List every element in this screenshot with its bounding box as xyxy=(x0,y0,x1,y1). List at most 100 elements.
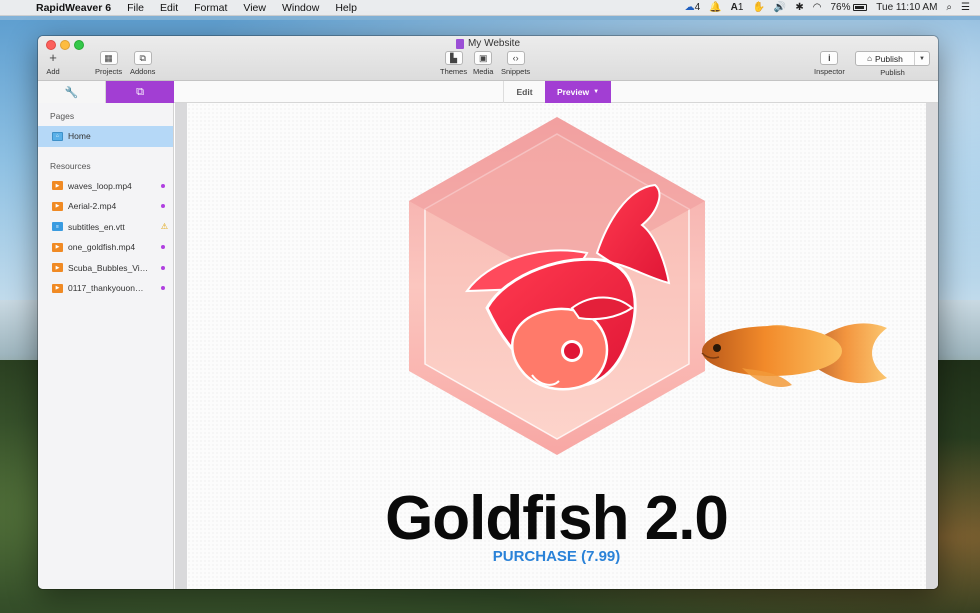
sidebar-item-label: Home xyxy=(68,131,91,142)
menu-app-name[interactable]: RapidWeaver 6 xyxy=(34,2,119,14)
menu-help[interactable]: Help xyxy=(327,2,365,14)
resource-item-waves-loop[interactable]: ▶ waves_loop.mp4 xyxy=(38,176,173,197)
preview-mode-label: Preview xyxy=(556,87,590,97)
projects-icon: ▦ xyxy=(99,51,118,65)
goldfish-photo xyxy=(701,323,887,388)
info-icon: i xyxy=(820,51,839,65)
home-page-icon: ⌂ xyxy=(52,131,63,141)
resource-item-label: one_goldfish.mp4 xyxy=(68,242,136,253)
publish-menu-chevron-icon[interactable]: ▼ xyxy=(915,56,929,62)
publish-button[interactable]: ⌂ Publish ▼ xyxy=(855,51,930,66)
menu-window[interactable]: Window xyxy=(274,2,327,14)
status-area: ☁4 🔔 A1 ✋ 🔊 ✱ ◠ 76% Tue 11:10 AM ⌕ ☰ xyxy=(685,2,980,13)
tab-resources[interactable]: ⧉ xyxy=(106,81,174,103)
hand-icon[interactable]: ✋ xyxy=(752,2,764,13)
resource-used-dot-icon xyxy=(161,245,165,250)
publish-label: Publish xyxy=(880,68,905,77)
stacked-files-icon: ⧉ xyxy=(136,85,144,98)
menu-view[interactable]: View xyxy=(235,2,274,14)
inspector-button[interactable]: i Inspector xyxy=(814,51,845,76)
warning-icon: ⚠ xyxy=(160,222,168,232)
hero-headline: Goldfish 2.0 xyxy=(385,484,729,553)
tab-strip: 🔧 ⧉ Edit Preview ▼ xyxy=(38,81,938,103)
spotlight-search-icon[interactable]: ⌕ xyxy=(946,2,952,13)
tab-pages-settings[interactable]: 🔧 xyxy=(38,81,106,103)
purchase-link[interactable]: PURCHASE (7.99) xyxy=(187,548,926,565)
wrench-icon: 🔧 xyxy=(64,86,79,99)
battery-status[interactable]: 76% xyxy=(830,2,868,13)
notification-bell-icon[interactable]: 🔔 xyxy=(709,2,721,13)
creative-cloud-icon: ☁ xyxy=(684,2,695,13)
sidebar-item-home[interactable]: ⌂ Home xyxy=(38,126,173,147)
resource-item-subtitles[interactable]: ≡ subtitles_en.vtt ⚠ xyxy=(38,217,173,238)
preview-canvas[interactable]: Goldfish 2.0 PURCHASE (7.99) xyxy=(187,103,926,589)
media-button[interactable]: ▣ Media xyxy=(473,51,493,76)
publish-button-label: Publish xyxy=(874,53,903,64)
resource-item-thankyou[interactable]: ▶ 0117_thankyouon… xyxy=(38,278,173,299)
sidebar: Pages ⌂ Home Resources ▶ waves_loop.mp4 … xyxy=(38,103,174,589)
publish-main[interactable]: ⌂ Publish xyxy=(856,52,915,65)
video-file-icon: ▶ xyxy=(52,242,63,252)
clock[interactable]: Tue 11:10 AM xyxy=(876,2,937,13)
resource-used-dot-icon xyxy=(161,204,165,209)
resource-used-dot-icon xyxy=(161,286,165,291)
creative-cloud-status[interactable]: ☁4 xyxy=(685,2,701,13)
preview-mode-button[interactable]: Preview ▼ xyxy=(545,81,611,103)
snippets-label: Snippets xyxy=(501,67,531,76)
edit-mode-button[interactable]: Edit xyxy=(503,81,545,103)
projects-button[interactable]: ▦ Projects xyxy=(95,51,122,76)
menu-bar: RapidWeaver 6 File Edit Format View Wind… xyxy=(0,0,980,16)
media-icon: ▣ xyxy=(474,51,493,65)
notification-center-icon[interactable]: ☰ xyxy=(961,2,970,13)
themes-button[interactable]: ▙ Themes xyxy=(440,51,467,76)
adobe-count: 1 xyxy=(737,2,744,13)
resource-used-dot-icon xyxy=(161,183,165,188)
pages-header: Pages xyxy=(50,111,75,121)
window-title: My Website xyxy=(38,38,938,49)
video-file-icon: ▶ xyxy=(52,181,63,191)
plus-icon: + xyxy=(49,50,57,65)
addons-label: Addons xyxy=(130,67,156,76)
video-file-icon: ▶ xyxy=(52,263,63,273)
media-label: Media xyxy=(473,67,494,76)
video-file-icon: ▶ xyxy=(52,201,63,211)
video-file-icon: ▶ xyxy=(52,283,63,293)
resource-item-scuba-bubbles[interactable]: ▶ Scuba_Bubbles_Vi… xyxy=(38,258,173,279)
resource-item-one-goldfish[interactable]: ▶ one_goldfish.mp4 xyxy=(38,237,173,258)
resources-header: Resources xyxy=(50,160,91,171)
projects-label: Projects xyxy=(95,67,123,76)
menu-file[interactable]: File xyxy=(119,2,152,14)
document-icon xyxy=(455,38,464,49)
themes-icon: ▙ xyxy=(444,51,463,65)
chevron-down-icon: ▼ xyxy=(593,89,600,95)
addons-button[interactable]: ⧉ Addons xyxy=(130,51,155,76)
publish-house-icon: ⌂ xyxy=(867,54,872,63)
adobe-icon: A xyxy=(730,2,738,13)
preview-left-gutter xyxy=(175,103,187,589)
resource-item-label: Scuba_Bubbles_Vi… xyxy=(68,262,149,273)
inspector-label: Inspector xyxy=(814,67,845,76)
menu-edit[interactable]: Edit xyxy=(152,2,186,14)
addons-icon: ⧉ xyxy=(133,51,152,65)
menu-format[interactable]: Format xyxy=(186,2,235,14)
resource-used-dot-icon xyxy=(161,265,165,270)
wifi-icon[interactable]: ◠ xyxy=(813,2,822,13)
title-bar: My Website + Add ▦ Projects ⧉ Addons ▙ T… xyxy=(38,36,938,81)
themes-label: Themes xyxy=(440,67,468,76)
battery-icon xyxy=(853,3,868,11)
snippets-button[interactable]: ‹› Snippets xyxy=(501,51,530,76)
preview-right-gutter xyxy=(926,103,938,589)
resource-item-aerial-2[interactable]: ▶ Aerial-2.mp4 xyxy=(38,196,173,217)
volume-icon[interactable]: 🔊 xyxy=(774,2,786,13)
resource-item-label: waves_loop.mp4 xyxy=(68,180,132,191)
add-label: Add xyxy=(46,67,60,76)
snippets-code-icon: ‹› xyxy=(506,51,525,65)
add-button[interactable]: + Add xyxy=(44,51,62,76)
resource-item-label: 0117_thankyouon… xyxy=(68,283,144,294)
resource-item-label: subtitles_en.vtt xyxy=(68,221,125,232)
adobe-status[interactable]: A1 xyxy=(731,2,744,13)
text-file-icon: ≡ xyxy=(52,222,63,232)
resource-item-label: Aerial-2.mp4 xyxy=(68,201,117,212)
app-window: My Website + Add ▦ Projects ⧉ Addons ▙ T… xyxy=(38,36,938,589)
bluetooth-icon[interactable]: ✱ xyxy=(795,2,803,13)
